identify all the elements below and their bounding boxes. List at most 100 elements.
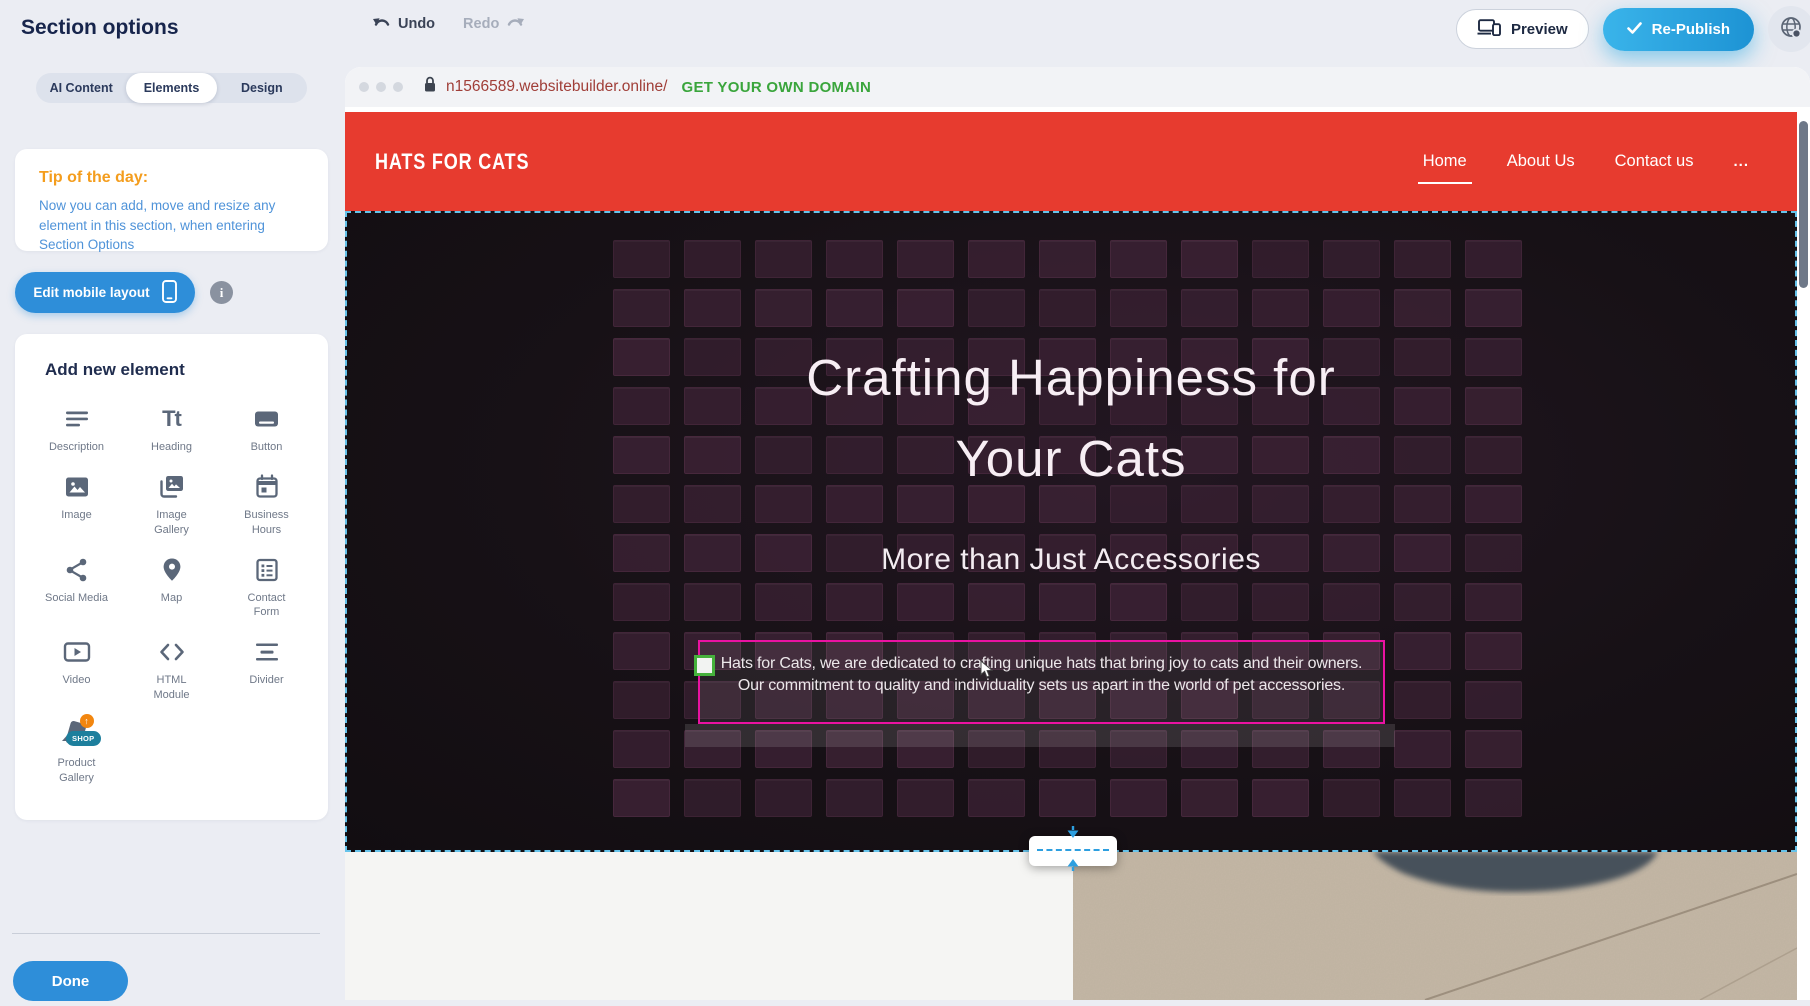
product-gallery-icon: ↑ SHOP bbox=[59, 720, 95, 750]
element-divider[interactable]: Divider bbox=[219, 637, 314, 703]
hero-tile bbox=[1039, 583, 1096, 621]
element-video[interactable]: Video bbox=[29, 637, 124, 703]
info-icon[interactable]: i bbox=[210, 281, 233, 304]
hero-tile bbox=[613, 632, 670, 670]
nav-more[interactable]: ... bbox=[1733, 153, 1749, 170]
hero-tile bbox=[968, 583, 1025, 621]
hero-tile bbox=[1181, 240, 1238, 278]
done-button[interactable]: Done bbox=[13, 961, 128, 1001]
republish-label: Re-Publish bbox=[1652, 21, 1730, 38]
floor-photo bbox=[1073, 852, 1797, 1000]
arrow-up-icon bbox=[1066, 858, 1080, 876]
hero-tile bbox=[684, 289, 741, 327]
nav-contact-us[interactable]: Contact us bbox=[1615, 152, 1694, 171]
button-icon bbox=[253, 404, 280, 434]
hero-tile bbox=[1110, 289, 1167, 327]
checkmark-icon bbox=[1627, 21, 1642, 38]
element-description[interactable]: Description bbox=[29, 404, 124, 455]
undo-icon bbox=[372, 15, 391, 33]
divider-icon bbox=[254, 637, 280, 667]
site-url[interactable]: n1566589.websitebuilder.online/ bbox=[446, 78, 667, 96]
tab-ai-content[interactable]: AI Content bbox=[36, 73, 126, 103]
get-own-domain-link[interactable]: GET YOUR OWN DOMAIN bbox=[681, 79, 871, 96]
tip-of-the-day-card: Tip of the day: Now you can add, move an… bbox=[15, 149, 328, 251]
hero-tile bbox=[1252, 240, 1309, 278]
browser-window-dots bbox=[359, 82, 403, 92]
element-html-module[interactable]: HTML Module bbox=[124, 637, 219, 703]
hero-tile bbox=[1181, 583, 1238, 621]
hero-tile bbox=[1465, 632, 1522, 670]
hero-tile bbox=[1252, 289, 1309, 327]
hero-subheading: More than Just Accessories bbox=[345, 543, 1797, 577]
hero-tile bbox=[897, 779, 954, 817]
element-image-gallery[interactable]: Image Gallery bbox=[124, 472, 219, 538]
resize-dash-line bbox=[1037, 849, 1109, 851]
hero-tile bbox=[1394, 289, 1451, 327]
undo-button[interactable]: Undo bbox=[372, 15, 435, 33]
preview-button[interactable]: Preview bbox=[1456, 9, 1589, 49]
panel-tabs: AI Content Elements Design bbox=[36, 73, 307, 103]
selected-text-element[interactable]: Hats for Cats, we are dedicated to craft… bbox=[698, 640, 1385, 724]
republish-button[interactable]: Re-Publish bbox=[1603, 8, 1754, 51]
hero-tile bbox=[1465, 289, 1522, 327]
element-image[interactable]: Image bbox=[29, 472, 124, 538]
hero-tile bbox=[613, 779, 670, 817]
element-social-media[interactable]: Social Media bbox=[29, 555, 124, 621]
hero-tile bbox=[684, 779, 741, 817]
element-product-gallery[interactable]: ↑ SHOP Product Gallery bbox=[29, 720, 124, 786]
element-business-hours[interactable]: Business Hours bbox=[219, 472, 314, 538]
hero-tile bbox=[826, 240, 883, 278]
hero-tile bbox=[613, 289, 670, 327]
nav-home[interactable]: Home bbox=[1423, 152, 1467, 171]
section-resize-handle[interactable] bbox=[1029, 836, 1117, 866]
tab-elements[interactable]: Elements bbox=[126, 73, 216, 103]
mouse-cursor-icon bbox=[980, 660, 993, 684]
heading-icon: Tt bbox=[162, 404, 181, 434]
window-dot bbox=[376, 82, 386, 92]
hero-tile bbox=[1465, 681, 1522, 719]
site-logo[interactable]: HATS FOR CATS bbox=[375, 149, 529, 175]
preview-scrollbar-thumb[interactable] bbox=[1799, 121, 1808, 288]
site-header: HATS FOR CATS Home About Us Contact us .… bbox=[345, 112, 1797, 211]
upgrade-arrow-badge: ↑ bbox=[80, 714, 94, 728]
element-map[interactable]: Map bbox=[124, 555, 219, 621]
redo-label: Redo bbox=[463, 16, 499, 32]
element-button[interactable]: Button bbox=[219, 404, 314, 455]
hero-tile bbox=[1110, 240, 1167, 278]
nav-about-us[interactable]: About Us bbox=[1507, 152, 1575, 171]
hero-tile bbox=[1323, 240, 1380, 278]
lock-icon bbox=[423, 76, 437, 98]
language-globe-button[interactable] bbox=[1768, 6, 1810, 52]
add-element-title: Add new element bbox=[15, 360, 328, 380]
hero-body-line2: Our commitment to quality and individual… bbox=[700, 675, 1383, 697]
window-dot bbox=[393, 82, 403, 92]
selection-handle[interactable] bbox=[694, 655, 715, 676]
hero-tile bbox=[1465, 583, 1522, 621]
add-element-panel: Add new element Description Tt Heading B… bbox=[15, 334, 328, 820]
preview-label: Preview bbox=[1511, 21, 1568, 38]
phone-icon bbox=[162, 280, 177, 306]
video-icon bbox=[63, 637, 91, 667]
hero-tile bbox=[1394, 632, 1451, 670]
hero-tile bbox=[684, 240, 741, 278]
hero-tile bbox=[1181, 289, 1238, 327]
tab-design[interactable]: Design bbox=[217, 73, 307, 103]
hero-tile bbox=[613, 583, 670, 621]
hero-tile bbox=[1323, 779, 1380, 817]
hero-tile bbox=[968, 289, 1025, 327]
hero-tile bbox=[897, 240, 954, 278]
hero-heading-line2: Your Cats bbox=[345, 418, 1797, 499]
edit-mobile-layout-button[interactable]: Edit mobile layout bbox=[15, 272, 195, 313]
element-grid: Description Tt Heading Button Image Imag… bbox=[15, 404, 328, 786]
hero-section[interactable]: Crafting Happiness for Your Cats More th… bbox=[345, 211, 1797, 852]
element-heading[interactable]: Tt Heading bbox=[124, 404, 219, 455]
hero-tile bbox=[1465, 779, 1522, 817]
hero-tile bbox=[1181, 779, 1238, 817]
arrow-down-icon bbox=[1066, 825, 1080, 843]
hero-tile bbox=[755, 583, 812, 621]
window-dot bbox=[359, 82, 369, 92]
hero-tile bbox=[755, 240, 812, 278]
element-contact-form[interactable]: Contact Form bbox=[219, 555, 314, 621]
redo-button[interactable]: Redo bbox=[463, 15, 525, 33]
shop-badge: SHOP bbox=[66, 731, 100, 746]
